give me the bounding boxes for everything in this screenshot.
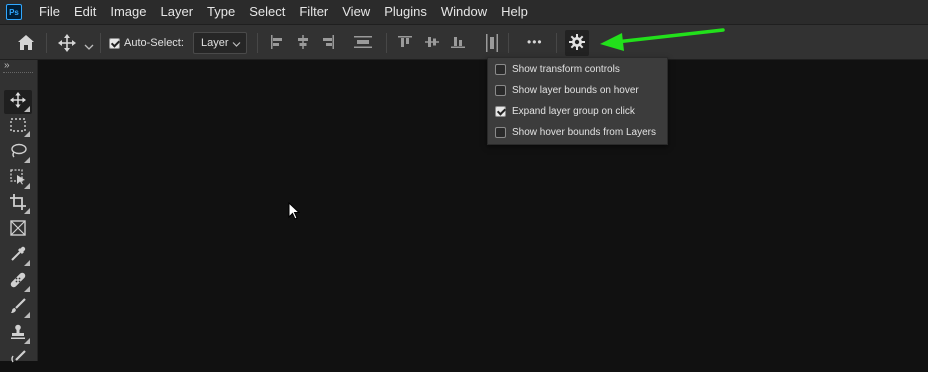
- tools-panel: »: [0, 60, 38, 362]
- layer-select-value: Layer: [201, 37, 229, 49]
- photoshop-logo[interactable]: Ps: [6, 4, 22, 20]
- object-selection-tool[interactable]: [4, 167, 32, 191]
- brush-tool[interactable]: [4, 296, 32, 320]
- options-bar: Auto-Select: Layer •••: [0, 24, 928, 64]
- popup-item-label: Show layer bounds on hover: [512, 84, 639, 96]
- chevron-down-icon[interactable]: [84, 38, 94, 56]
- menu-type[interactable]: Type: [200, 0, 242, 24]
- menu-bar: Ps File Edit Image Layer Type Select Fil…: [0, 0, 928, 24]
- auto-select-checkbox[interactable]: [109, 38, 120, 49]
- popup-item-expand-layer-group-on-click[interactable]: Expand layer group on click: [495, 102, 635, 120]
- layer-select[interactable]: Layer: [193, 32, 247, 54]
- eyedropper-tool[interactable]: [4, 244, 32, 268]
- menu-edit[interactable]: Edit: [67, 0, 103, 24]
- mouse-cursor-icon: [288, 201, 301, 225]
- frame-tool[interactable]: [4, 218, 32, 242]
- distribute-horizontal-icon[interactable]: [485, 34, 499, 57]
- home-icon[interactable]: [17, 34, 37, 52]
- align-bottom-edges-icon[interactable]: [451, 35, 465, 54]
- move-tool[interactable]: [4, 90, 32, 114]
- settings-popup: Show transform controls Show layer bound…: [487, 57, 668, 145]
- show-hover-bounds-checkbox[interactable]: [495, 126, 506, 138]
- show-layer-bounds-checkbox[interactable]: [495, 84, 506, 96]
- crop-tool[interactable]: [4, 192, 32, 216]
- healing-brush-tool[interactable]: [4, 270, 32, 294]
- menu-view[interactable]: View: [335, 0, 377, 24]
- distribute-vertical-icon[interactable]: [354, 35, 372, 54]
- menu-help[interactable]: Help: [494, 0, 535, 24]
- popup-item-show-hover-bounds-from-layers[interactable]: Show hover bounds from Layers: [495, 123, 656, 141]
- menu-plugins[interactable]: Plugins: [377, 0, 434, 24]
- marquee-tool[interactable]: [4, 115, 32, 139]
- frame-icon: [10, 219, 26, 241]
- panel-grip[interactable]: [3, 72, 33, 76]
- more-options-button[interactable]: •••: [527, 35, 543, 49]
- popup-item-label: Show hover bounds from Layers: [512, 126, 656, 138]
- menu-select[interactable]: Select: [242, 0, 292, 24]
- align-top-edges-icon[interactable]: [398, 35, 412, 54]
- align-horizontal-centers-icon[interactable]: [296, 35, 310, 54]
- auto-select-label: Auto-Select:: [124, 37, 184, 49]
- expand-layer-group-checkbox[interactable]: [495, 105, 506, 117]
- align-left-edges-icon[interactable]: [270, 35, 284, 54]
- show-transform-controls-checkbox[interactable]: [495, 63, 506, 75]
- popup-item-label: Show transform controls: [512, 63, 620, 75]
- settings-button[interactable]: [565, 30, 589, 64]
- popup-item-label: Expand layer group on click: [512, 105, 635, 117]
- menu-image[interactable]: Image: [103, 0, 153, 24]
- menu-filter[interactable]: Filter: [292, 0, 335, 24]
- menu-window[interactable]: Window: [434, 0, 494, 24]
- annotation-arrow: [596, 26, 728, 54]
- document-canvas-area[interactable]: [38, 60, 928, 361]
- popup-item-show-layer-bounds-on-hover[interactable]: Show layer bounds on hover: [495, 81, 639, 99]
- collapse-panel-button[interactable]: »: [4, 60, 10, 71]
- history-brush-icon: [10, 349, 26, 371]
- align-vertical-centers-icon[interactable]: [425, 35, 439, 54]
- menu-layer[interactable]: Layer: [154, 0, 201, 24]
- move-tool-preset-icon[interactable]: [58, 34, 78, 52]
- chevron-down-icon: [232, 39, 241, 51]
- clone-stamp-tool[interactable]: [4, 322, 32, 346]
- menu-file[interactable]: File: [32, 0, 67, 24]
- lasso-tool[interactable]: [4, 141, 32, 165]
- align-right-edges-icon[interactable]: [321, 35, 335, 54]
- history-brush-tool[interactable]: [4, 348, 32, 372]
- popup-item-show-transform-controls[interactable]: Show transform controls: [495, 60, 620, 78]
